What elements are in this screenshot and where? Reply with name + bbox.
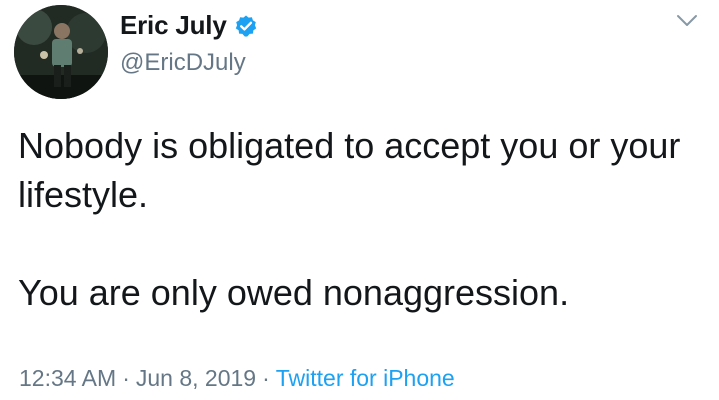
author-name-row[interactable]: Eric July [120,10,258,41]
tweet-date[interactable]: Jun 8, 2019 [136,365,256,392]
verified-badge-icon [234,14,258,38]
tweet-source-link[interactable]: Twitter for iPhone [276,365,455,392]
tweet-text: Nobody is obligated to accept you or you… [18,121,708,317]
tweet-time[interactable]: 12:34 AM [19,365,116,392]
author-handle[interactable]: @EricDJuly [120,49,246,77]
avatar[interactable] [14,5,108,99]
tweet-paragraph: You are only owed nonaggression. [18,272,570,313]
tweet-meta: 12:34 AM · Jun 8, 2019 · Twitter for iPh… [19,365,455,392]
meta-separator: · [262,365,270,391]
tweet-card: Eric July @EricDJuly Nobody is obligated… [0,0,719,400]
chevron-down-icon[interactable] [676,14,698,28]
meta-separator: · [122,365,130,391]
author-display-name[interactable]: Eric July [120,10,227,41]
tweet-paragraph: Nobody is obligated to accept you or you… [18,125,681,215]
